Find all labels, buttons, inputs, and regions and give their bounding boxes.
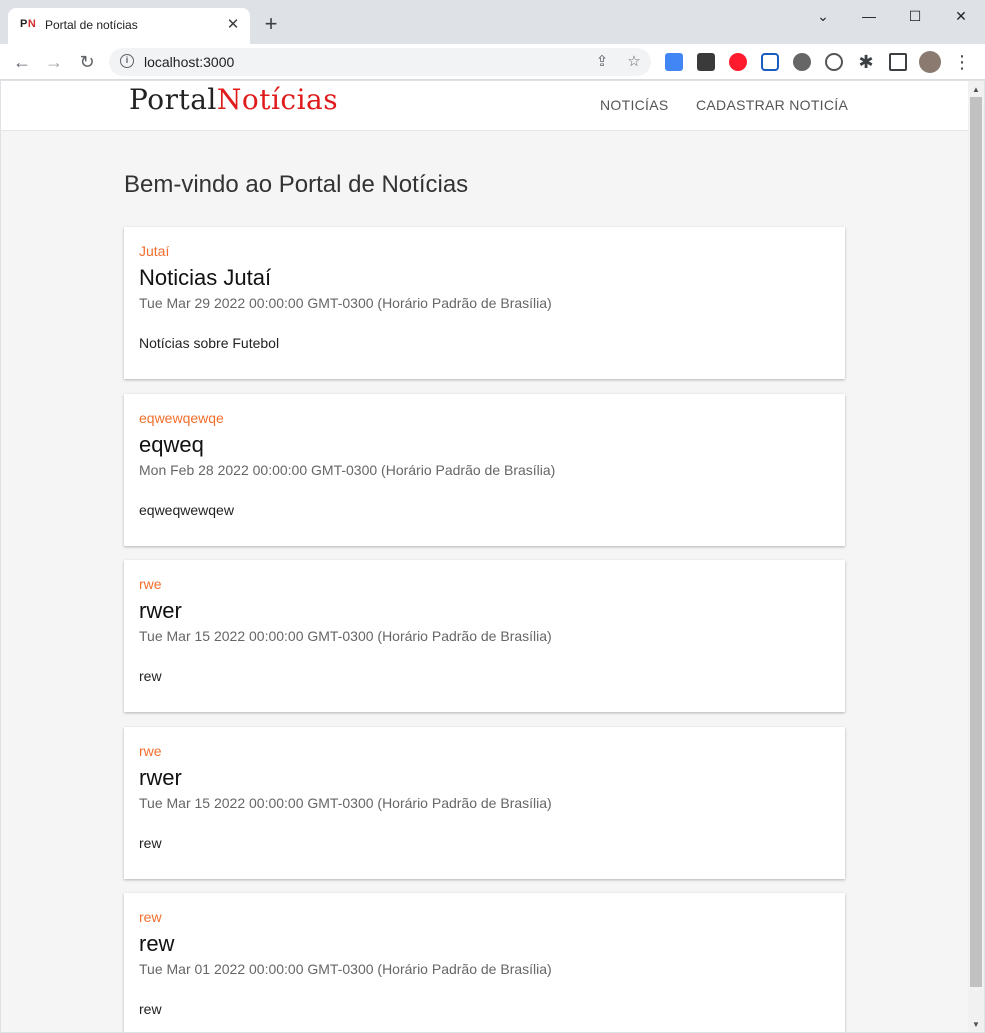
scroll-down-icon[interactable]: ▼ (968, 1018, 984, 1032)
news-category: Jutaí (139, 243, 170, 259)
bookmark-star-icon[interactable]: ☆ (624, 52, 644, 72)
back-icon[interactable]: ← (10, 50, 34, 74)
news-category: eqwewqewqe (139, 410, 224, 426)
forward-icon[interactable]: → (42, 50, 66, 74)
site-info-icon[interactable]: i (120, 54, 134, 68)
tab-title: Portal de notícias (45, 18, 138, 32)
news-date: Tue Mar 29 2022 00:00:00 GMT-0300 (Horár… (139, 295, 552, 311)
news-body: eqweqwewqew (139, 502, 234, 518)
tab-favicon: PN (20, 18, 37, 30)
minimize-icon[interactable]: — (846, 4, 892, 28)
nav-link-cadastrar-noticia[interactable]: CADASTRAR NOTICÍA (696, 97, 848, 113)
page-scrollbar[interactable]: ▲ ▼ (968, 81, 984, 1032)
nav-link-noticias[interactable]: NOTICÍAS (600, 97, 669, 113)
news-date: Tue Mar 15 2022 00:00:00 GMT-0300 (Horár… (139, 628, 552, 644)
site-navbar: PortalNotícias NOTICÍAS CADASTRAR NOTICÍ… (1, 81, 968, 131)
browser-tab[interactable]: PN Portal de notícias ✕ (8, 8, 250, 44)
address-bar[interactable]: i localhost:3000 ⇪ ☆ (109, 48, 651, 76)
news-category: rew (139, 909, 162, 925)
scroll-up-icon[interactable]: ▲ (968, 83, 984, 97)
news-card[interactable]: rwe rwer Tue Mar 15 2022 00:00:00 GMT-03… (124, 560, 845, 712)
extension-bug-icon[interactable] (825, 53, 843, 71)
tab-close-icon[interactable]: ✕ (224, 16, 242, 34)
page-title: Bem-vindo ao Portal de Notícias (124, 171, 469, 198)
news-card[interactable]: Jutaí Noticias Jutaí Tue Mar 29 2022 00:… (124, 227, 845, 379)
extension-circles-icon[interactable] (793, 53, 811, 71)
news-title: Noticias Jutaí (139, 265, 272, 290)
news-date: Tue Mar 15 2022 00:00:00 GMT-0300 (Horár… (139, 795, 552, 811)
news-card[interactable]: rew rew Tue Mar 01 2022 00:00:00 GMT-030… (124, 893, 845, 1032)
news-category: rwe (139, 743, 162, 759)
page-viewport: PortalNotícias NOTICÍAS CADASTRAR NOTICÍ… (1, 81, 968, 1032)
news-title: eqweq (139, 432, 204, 457)
malwarebytes-icon[interactable] (761, 53, 779, 71)
news-card[interactable]: eqwewqewqe eqweq Mon Feb 28 2022 00:00:0… (124, 394, 845, 546)
chevron-down-icon[interactable]: ⌄ (800, 4, 846, 28)
opera-icon[interactable] (729, 53, 747, 71)
puzzle-icon[interactable]: ✱ (854, 50, 878, 74)
news-title: rwer (139, 765, 182, 790)
avatar[interactable] (919, 51, 941, 73)
close-icon[interactable]: ✕ (938, 4, 984, 28)
extension-dark-icon[interactable] (697, 53, 715, 71)
news-title: rwer (139, 598, 182, 623)
site-logo[interactable]: PortalNotícias (129, 83, 338, 116)
scrollbar-thumb[interactable] (970, 97, 982, 987)
news-card[interactable]: rwe rwer Tue Mar 15 2022 00:00:00 GMT-03… (124, 727, 845, 879)
browser-titlebar: PN Portal de notícias ✕ + ⌄ — ☐ ✕ (0, 0, 985, 44)
news-body: Notícias sobre Futebol (139, 335, 280, 351)
menu-kebab-icon[interactable]: ⋮ (950, 50, 974, 74)
news-title: rew (139, 931, 175, 956)
news-category: rwe (139, 576, 162, 592)
sidebar-icon[interactable] (889, 53, 907, 71)
news-body: rew (139, 668, 162, 684)
share-icon[interactable]: ⇪ (592, 52, 612, 72)
browser-toolbar: ← → ↻ i localhost:3000 ⇪ ☆ ✱ ⋮ (0, 44, 985, 80)
maximize-icon[interactable]: ☐ (892, 4, 938, 28)
google-translate-icon[interactable] (665, 53, 683, 71)
news-body: rew (139, 835, 162, 851)
news-date: Mon Feb 28 2022 00:00:00 GMT-0300 (Horár… (139, 462, 556, 478)
address-url[interactable]: localhost:3000 (144, 54, 234, 70)
reload-icon[interactable]: ↻ (75, 50, 99, 74)
new-tab-icon[interactable]: + (260, 13, 282, 36)
news-date: Tue Mar 01 2022 00:00:00 GMT-0300 (Horár… (139, 961, 552, 977)
news-body: rew (139, 1001, 162, 1017)
